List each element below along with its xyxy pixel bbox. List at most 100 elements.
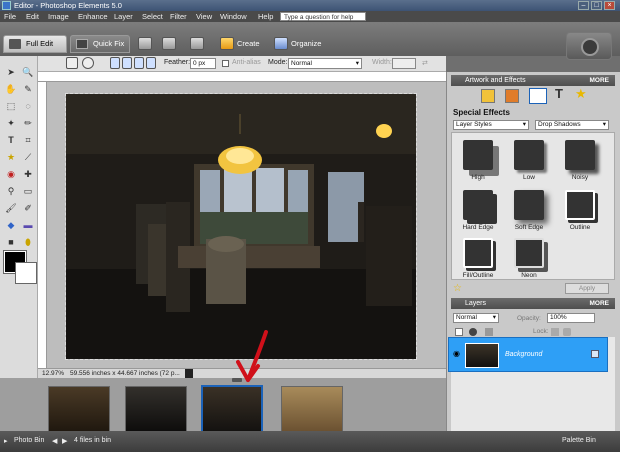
palette-bin-label[interactable]: Palette Bin [562, 437, 596, 444]
menu-edit[interactable]: Edit [26, 12, 39, 21]
layers-more-button[interactable]: MORE [590, 298, 610, 309]
red-eye-tool-icon[interactable]: ◉ [4, 168, 18, 181]
backgrounds-icon[interactable] [505, 89, 519, 103]
close-button[interactable]: × [604, 1, 615, 10]
add-favorite-star-icon[interactable]: ☆ [453, 283, 462, 294]
lock-transparency-icon[interactable] [551, 328, 559, 336]
artwork-more-button[interactable]: MORE [590, 75, 610, 86]
delete-layer-icon[interactable] [485, 328, 493, 336]
effect-low[interactable] [514, 140, 544, 170]
bin-thumbnail-1[interactable] [48, 386, 110, 432]
create-button[interactable]: Create [237, 39, 260, 48]
effect-high[interactable] [463, 140, 493, 170]
marquee-rect-icon[interactable] [66, 57, 78, 69]
effect-noisy[interactable] [565, 140, 595, 170]
hand-tool-icon[interactable]: ✋ [4, 83, 18, 96]
gradient-tool-icon[interactable]: ▬ [21, 219, 35, 232]
feather-input[interactable]: 0 px [190, 58, 216, 69]
straighten-tool-icon[interactable]: ⟋ [21, 151, 35, 164]
selection-brush-tool-icon[interactable]: ✏ [21, 117, 35, 130]
photo-bin-toggle-icon[interactable]: ▸ [4, 437, 8, 445]
bin-thumbnail-3-selected[interactable] [201, 385, 263, 433]
artwork-panel-header[interactable]: Artwork and Effects MORE [451, 75, 615, 86]
effect-hard-edge[interactable] [463, 190, 493, 220]
effects-category-select[interactable]: Layer Styles ▾ [453, 120, 529, 130]
paint-bucket-tool-icon[interactable]: ◆ [4, 219, 18, 232]
smart-brush-tool-icon[interactable]: ✐ [21, 202, 35, 215]
healing-brush-tool-icon[interactable]: ✚ [21, 168, 35, 181]
print-icon[interactable] [138, 37, 152, 50]
effects-icon[interactable] [529, 88, 547, 104]
effect-neon[interactable] [514, 238, 544, 268]
next-photo-icon[interactable]: ▶ [62, 437, 67, 445]
order-prints-icon[interactable] [190, 37, 204, 50]
prev-photo-icon[interactable]: ◀ [52, 437, 57, 445]
layers-panel-title: Layers [465, 300, 487, 307]
menu-help[interactable]: Help [258, 12, 273, 21]
menu-window[interactable]: Window [220, 12, 247, 21]
layers-panel-header[interactable]: Layers MORE [451, 298, 615, 309]
lock-all-icon[interactable] [563, 328, 571, 336]
type-tool-icon[interactable]: T [4, 134, 18, 147]
apply-button[interactable]: Apply [565, 283, 609, 294]
menu-image[interactable]: Image [48, 12, 69, 21]
intersect-selection-icon[interactable] [146, 57, 156, 69]
favorites-star-icon[interactable]: ★ [575, 86, 587, 102]
create-icon[interactable] [220, 37, 234, 50]
tab-full-edit[interactable]: Full Edit [3, 35, 67, 53]
help-search-input[interactable]: Type a question for help [280, 12, 366, 21]
crop-tool-icon[interactable]: ⌗ [21, 134, 35, 147]
menu-file[interactable]: File [4, 12, 16, 21]
new-layer-icon[interactable] [455, 328, 463, 336]
lasso-tool-icon[interactable]: ◌ [21, 100, 35, 113]
tab-quick-fix[interactable]: Quick Fix [70, 35, 130, 53]
opacity-input[interactable]: 100% [547, 313, 595, 323]
background-color-swatch[interactable] [15, 262, 37, 284]
cookie-cutter-tool-icon[interactable]: ★ [4, 151, 18, 164]
blend-mode-select[interactable]: Normal ▾ [453, 313, 499, 323]
blur-tool-icon[interactable]: ⬮ [21, 236, 35, 249]
document-image[interactable] [65, 93, 417, 360]
swap-icon[interactable]: ⇄ [422, 59, 428, 67]
status-menu-icon[interactable] [185, 369, 193, 378]
photo-bin-label[interactable]: Photo Bin [14, 437, 44, 444]
width-input[interactable] [392, 58, 416, 69]
new-selection-icon[interactable] [110, 57, 120, 69]
maximize-button[interactable]: □ [591, 1, 602, 10]
effect-soft-edge[interactable] [514, 190, 544, 220]
add-selection-icon[interactable] [122, 57, 132, 69]
move-tool-icon[interactable]: ➤ [4, 66, 18, 79]
magic-wand-tool-icon[interactable]: ✦ [4, 117, 18, 130]
marquee-ellipse-icon[interactable] [82, 57, 94, 69]
clone-stamp-tool-icon[interactable]: ⚲ [4, 185, 18, 198]
share-icon[interactable] [162, 37, 176, 50]
adjustment-layer-icon[interactable] [469, 328, 477, 336]
menu-enhance[interactable]: Enhance [78, 12, 108, 21]
organize-icon[interactable] [274, 37, 288, 50]
menu-select[interactable]: Select [142, 12, 163, 21]
brush-tool-icon[interactable]: 🖌 [4, 202, 18, 215]
organize-button[interactable]: Organize [291, 39, 321, 48]
apply-icon[interactable] [481, 89, 495, 103]
minimize-button[interactable]: – [578, 1, 589, 10]
zoom-tool-icon[interactable]: 🔍 [21, 66, 35, 79]
mode-select[interactable]: Normal ▾ [288, 58, 362, 69]
menu-view[interactable]: View [196, 12, 212, 21]
feather-label: Feather: [164, 59, 191, 66]
eyedropper-tool-icon[interactable]: ✎ [21, 83, 35, 96]
bin-thumbnail-2[interactable] [125, 386, 187, 432]
shape-tool-icon[interactable]: ■ [4, 236, 18, 249]
subtract-selection-icon[interactable] [134, 57, 144, 69]
antialias-checkbox[interactable] [222, 60, 229, 67]
effect-fill-outline[interactable] [463, 238, 493, 268]
bin-thumbnail-4[interactable] [281, 386, 343, 432]
effect-outline[interactable] [565, 190, 595, 220]
eraser-tool-icon[interactable]: ▭ [21, 185, 35, 198]
effects-style-select[interactable]: Drop Shadows ▾ [535, 120, 609, 130]
layer-row-background[interactable]: ◉ Background [448, 337, 608, 372]
marquee-tool-icon[interactable]: ⬚ [4, 100, 18, 113]
text-icon[interactable]: T [555, 86, 563, 101]
layer-visibility-eye-icon[interactable]: ◉ [453, 349, 460, 358]
menu-filter[interactable]: Filter [170, 12, 187, 21]
menu-layer[interactable]: Layer [114, 12, 133, 21]
